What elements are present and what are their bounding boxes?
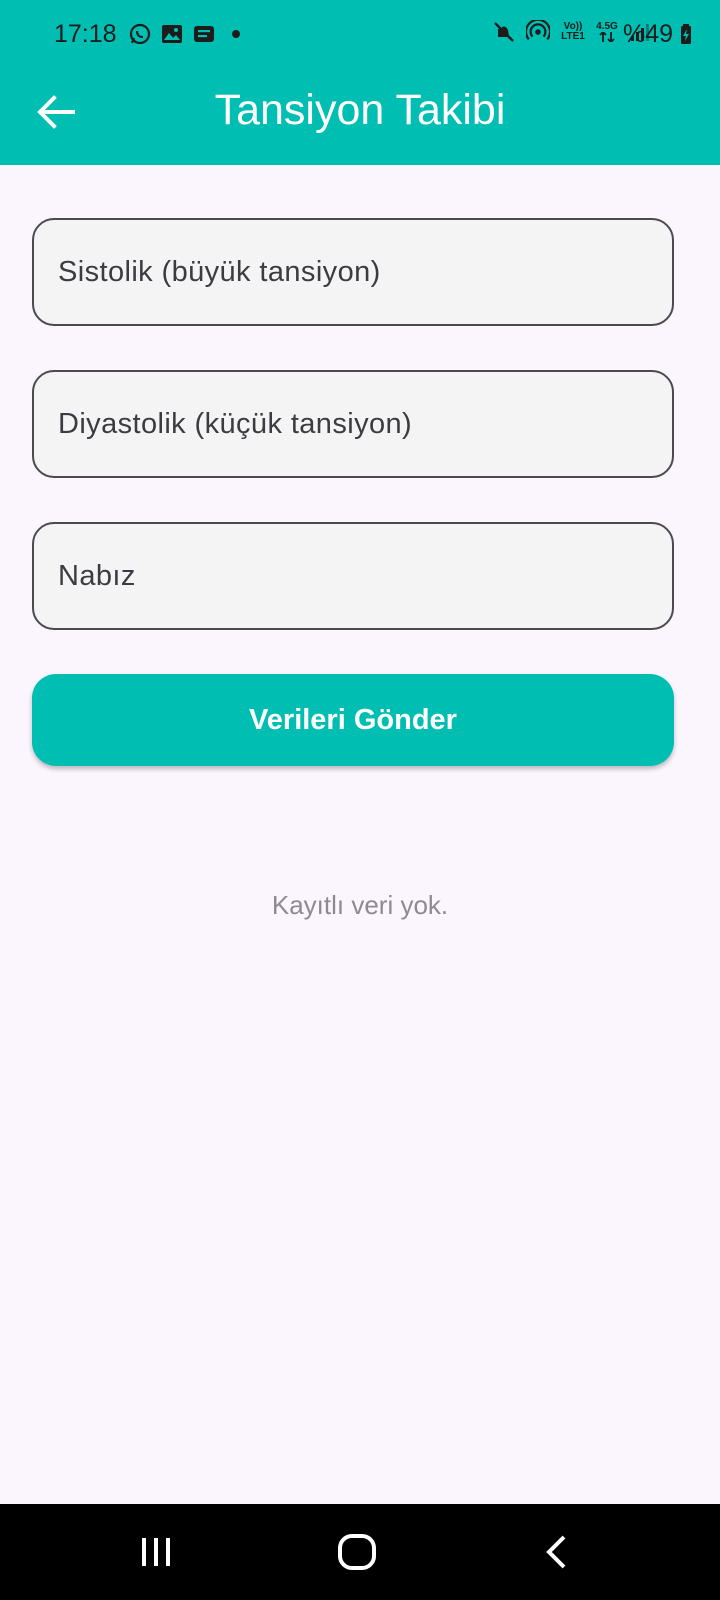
status-bar: 17:18 Vo)) LTE1 4.5G %49 <box>0 0 720 68</box>
status-time: 17:18 <box>54 20 117 48</box>
hotspot-icon <box>526 20 550 44</box>
gallery-icon <box>160 22 184 46</box>
pulse-input[interactable] <box>34 524 672 628</box>
systolic-field[interactable] <box>32 218 674 326</box>
home-button[interactable] <box>327 1528 387 1576</box>
submit-button[interactable]: Verileri Gönder <box>32 674 674 766</box>
diastolic-input[interactable] <box>34 372 672 476</box>
back-nav-button[interactable] <box>527 1528 587 1576</box>
notification-icons <box>128 22 248 46</box>
mute-icon <box>492 20 516 44</box>
network-bottom-label: LTE1 <box>561 31 585 42</box>
systolic-input[interactable] <box>34 220 672 324</box>
recent-apps-icon <box>142 1538 170 1566</box>
volte-icon: Vo)) LTE1 <box>560 20 586 44</box>
network-gen-label: 4.5G <box>596 21 618 32</box>
battery-level: %49 <box>623 20 692 49</box>
data-activity-icon: 4.5G <box>596 20 618 44</box>
message-icon <box>192 22 216 46</box>
battery-percent: %49 <box>623 20 674 48</box>
app-bar: Tansiyon Takibi <box>0 68 720 165</box>
more-notifications-dot-icon <box>224 22 248 46</box>
pulse-field[interactable] <box>32 522 674 630</box>
recent-apps-button[interactable] <box>126 1528 186 1576</box>
page-title: Tansiyon Takibi <box>214 86 506 134</box>
home-icon <box>338 1534 376 1570</box>
empty-records-message: Kayıtlı veri yok. <box>271 890 449 920</box>
navigation-bar <box>0 1504 720 1600</box>
battery-charging-icon <box>681 24 691 44</box>
diastolic-field[interactable] <box>32 370 674 478</box>
whatsapp-icon <box>128 22 152 46</box>
back-chevron-icon <box>546 1535 566 1569</box>
